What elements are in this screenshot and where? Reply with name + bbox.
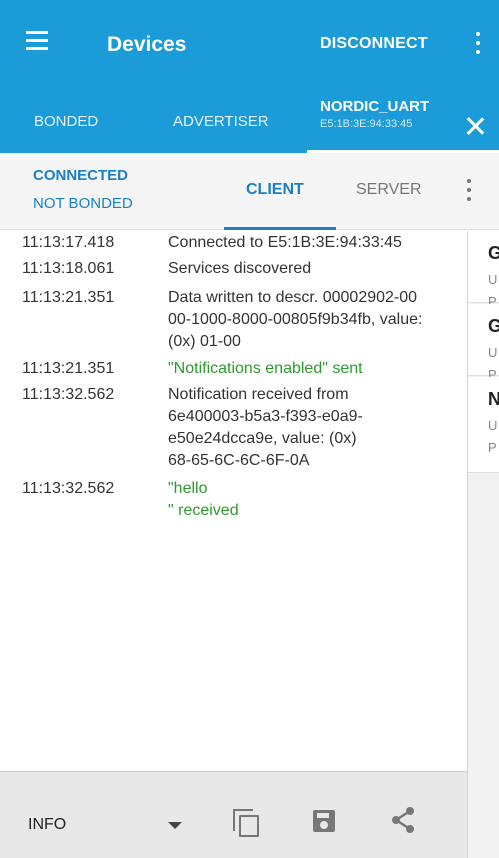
log-message: Connected to E5:1B:3E:94:33:45 [168,234,402,251]
log-message: "Notifications enabled" sent [168,360,363,377]
log-timestamp: 11:13:21.351 [22,289,115,306]
app-title: Devices [107,33,187,56]
connection-status: CONNECTED [33,167,129,184]
log-timestamp: 11:13:17.418 [22,234,115,251]
bond-status: NOT BONDED [33,195,133,212]
service-title: G [488,316,499,337]
tab-bonded[interactable]: BONDED [34,113,98,130]
service-title: N [488,389,499,410]
hamburger-menu-icon[interactable] [26,31,50,51]
service-uuid: U [488,272,498,287]
log-message: "hello " received [168,480,239,519]
app-bar: Devices DISCONNECT [0,0,499,89]
log-timestamp: 11:13:32.562 [22,386,115,403]
device-name: NORDIC_UART [320,98,430,115]
log-timestamp: 11:13:18.061 [22,260,115,277]
tab-server[interactable]: SERVER [356,181,422,199]
service-type: P [488,440,497,455]
service-uuid: U [488,345,498,360]
service-card[interactable]: G U P [468,231,499,309]
log-level-select[interactable]: INFO [28,816,66,834]
dropdown-arrow-icon[interactable] [168,822,182,829]
close-icon[interactable] [465,116,485,136]
tab-client[interactable]: CLIENT [246,181,304,199]
more-vert-icon[interactable] [465,179,473,203]
log-timestamp: 11:13:21.351 [22,360,115,377]
service-uuid: U [488,418,498,433]
share-icon[interactable] [390,806,416,834]
device-address: E5:1B:3E:94:33:45 [320,118,413,130]
log-toolbar: INFO [0,771,467,858]
services-panel[interactable]: G U P G U P N U P [467,231,499,858]
log-list[interactable]: 11:13:17.418 Connected to E5:1B:3E:94:33… [0,231,467,771]
connection-subbar: CONNECTED NOT BONDED CLIENT SERVER [0,153,499,230]
save-icon[interactable] [313,810,335,832]
service-card[interactable]: G U P [468,304,499,382]
log-message: Data written to descr. 00002902-00 00-10… [168,289,423,350]
log-timestamp: 11:13:32.562 [22,480,115,497]
more-vert-icon[interactable] [474,32,482,56]
service-card[interactable]: N U P [468,377,499,473]
disconnect-button[interactable]: DISCONNECT [320,35,428,53]
device-tab-bar: BONDED ADVERTISER NORDIC_UART E5:1B:3E:9… [0,89,499,153]
tab-advertiser[interactable]: ADVERTISER [173,113,269,130]
log-message: Services discovered [168,260,312,277]
copy-icon[interactable] [233,809,261,837]
client-tab-indicator [224,227,336,230]
tab-connected-device[interactable]: NORDIC_UART E5:1B:3E:94:33:45 [320,98,429,130]
log-message: Notification received from 6e400003-b5a3… [168,386,363,469]
service-title: G [488,243,499,264]
